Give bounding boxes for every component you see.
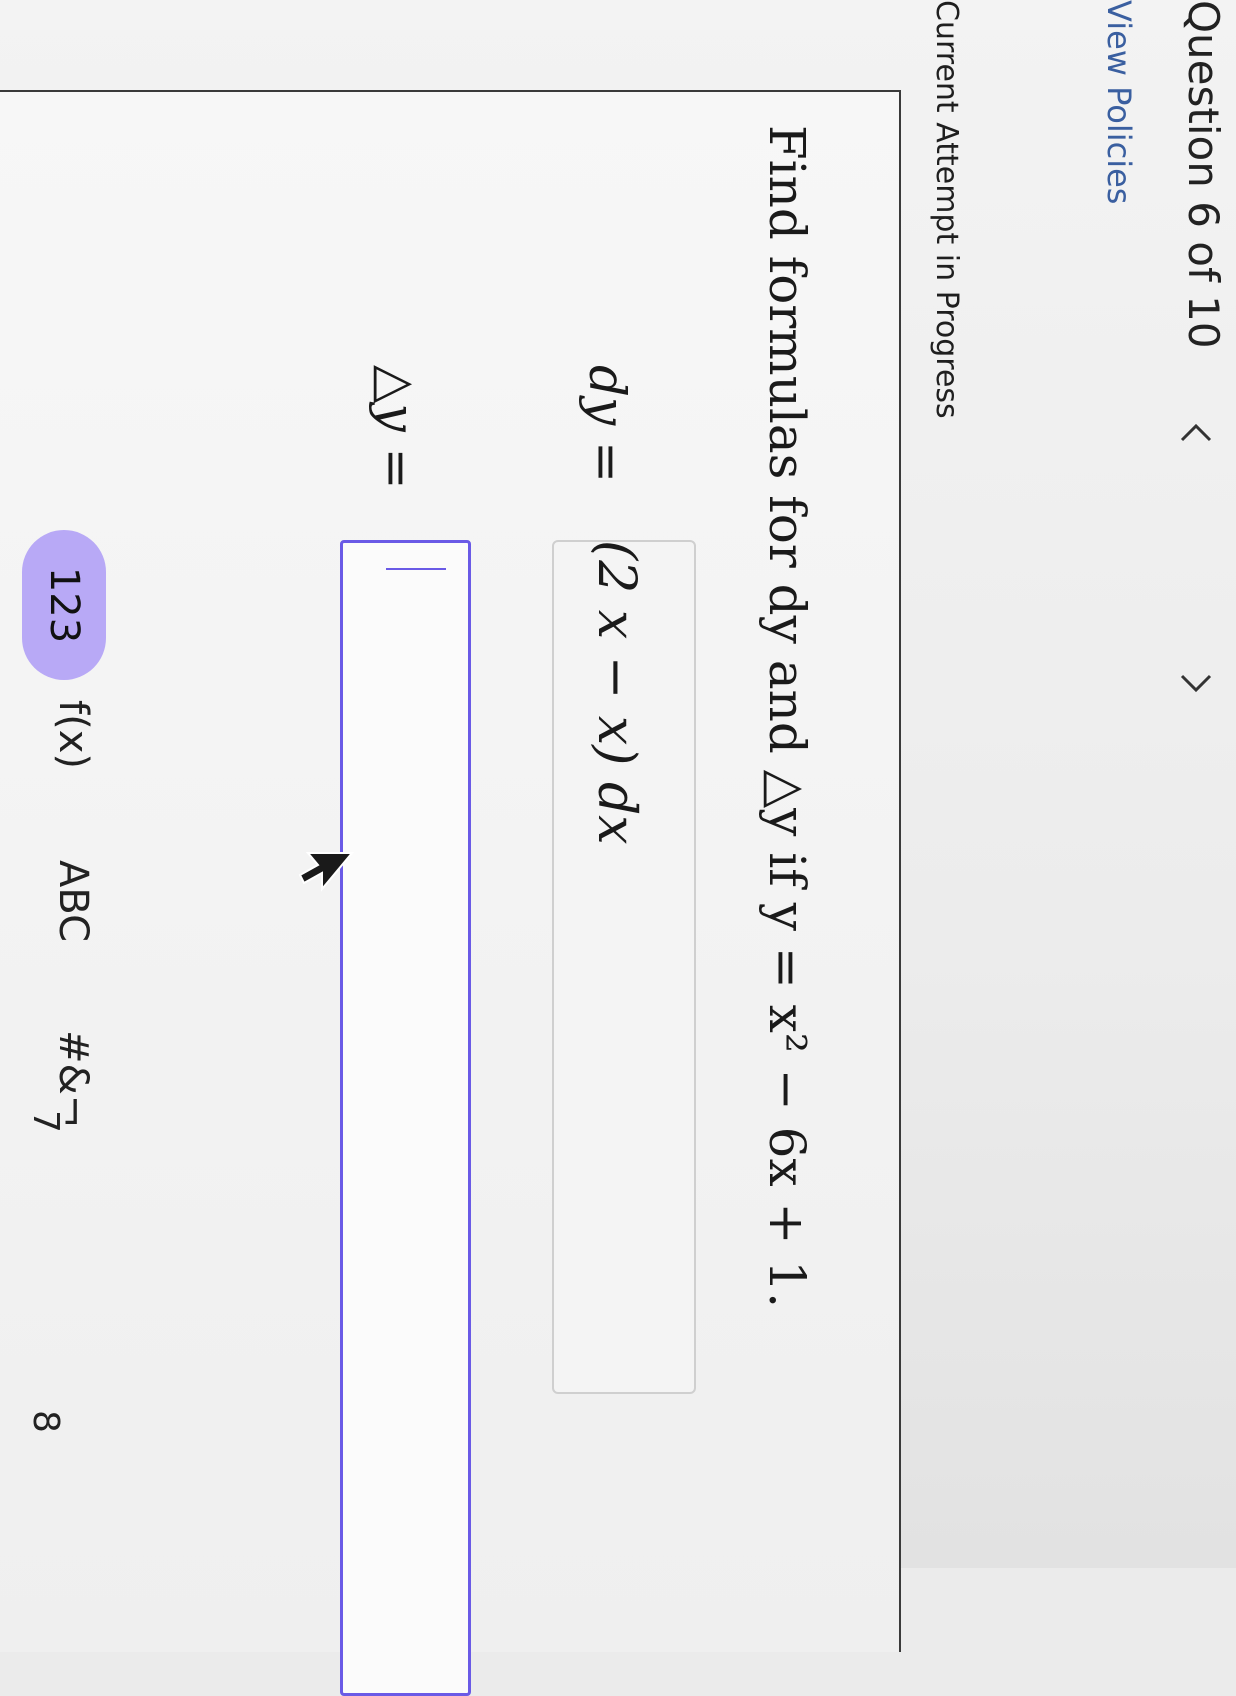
chevron-left-icon[interactable]: [1176, 418, 1216, 448]
key-8[interactable]: 8: [25, 1410, 66, 1433]
chevron-right-icon[interactable]: [1176, 668, 1216, 698]
tab-123[interactable]: 123: [22, 530, 106, 680]
tab-abc[interactable]: ABC: [50, 860, 96, 942]
screen: Question 6 of 10 View Policies Current A…: [0, 0, 1236, 1696]
header: Question 6 of 10 View Policies: [1066, 0, 1236, 1568]
mouse-pointer-icon: [298, 852, 355, 892]
attempt-status: Current Attempt in Progress: [929, 0, 964, 419]
text-caret: [386, 568, 446, 570]
view-policies-link[interactable]: View Policies: [1100, 0, 1138, 204]
dy-answer-value: (2 x − x) dx: [586, 540, 646, 845]
delta-y-input[interactable]: [340, 540, 471, 1696]
question-counter: Question 6 of 10: [1179, 0, 1228, 349]
question-nav: [1176, 418, 1216, 718]
key-7[interactable]: 7: [25, 1110, 66, 1133]
dy-label: dy =: [578, 365, 636, 484]
tab-fx[interactable]: f(x): [50, 700, 96, 769]
question-prompt: Find formulas for dy and △y if y = x² − …: [758, 125, 816, 1308]
delta-y-label: △y =: [368, 365, 426, 490]
